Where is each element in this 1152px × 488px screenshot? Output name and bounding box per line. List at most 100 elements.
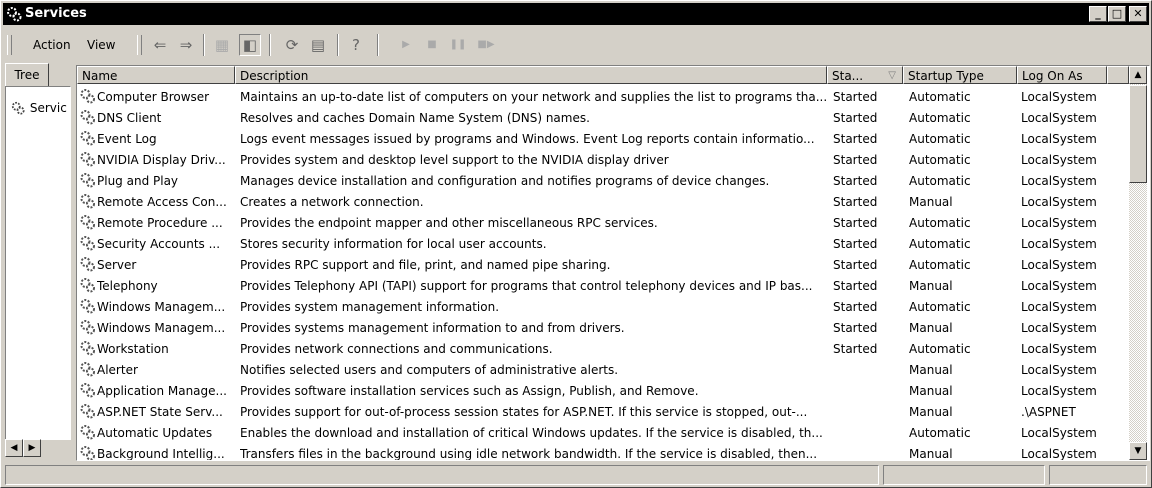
service-gear-icon — [80, 299, 95, 314]
table-row[interactable]: Application Manage... Provides software i… — [77, 381, 1129, 402]
table-row[interactable]: Plug and Play Manages device installation… — [77, 171, 1129, 192]
service-name: Application Manage... — [97, 384, 227, 398]
table-row[interactable]: Telephony Provides Telephony API (TAPI) s… — [77, 276, 1129, 297]
service-name: Background Intellig... — [97, 447, 225, 461]
minimize-button[interactable]: _ — [1089, 6, 1107, 22]
show-hide-tree-icon[interactable]: ◧ — [239, 34, 261, 56]
services-rows: Computer Browser Maintains an up-to-date … — [77, 87, 1129, 461]
view-menu[interactable]: View — [87, 38, 115, 52]
scroll-right-button[interactable]: ▶ — [23, 439, 41, 457]
table-row[interactable]: Workstation Provides network connections … — [77, 339, 1129, 360]
table-row[interactable]: Remote Procedure ... Provides the endpoin… — [77, 213, 1129, 234]
service-gear-icon — [80, 194, 95, 209]
column-header-name[interactable]: Name — [77, 66, 235, 84]
services-window: Services _ □ ✕ Action View ⇐ ⇒ ▦ ◧ ⟳ ▤ ?… — [0, 0, 1152, 488]
service-startup-type: Automatic — [909, 342, 971, 356]
service-log-on-as: LocalSystem — [1021, 174, 1097, 188]
help-icon[interactable]: ? — [345, 34, 367, 56]
service-startup-type: Manual — [909, 279, 953, 293]
table-row[interactable]: Event Log Logs event messages issued by p… — [77, 129, 1129, 150]
tree-horizontal-scrollbar[interactable]: ◀ ▶ — [5, 439, 71, 457]
table-row[interactable]: ASP.NET State Serv... Provides support fo… — [77, 402, 1129, 423]
tab-tree[interactable]: Tree — [5, 63, 49, 86]
service-startup-type: Automatic — [909, 426, 971, 440]
scroll-thumb[interactable] — [1129, 85, 1147, 183]
pause-service-icon[interactable]: ❚❚ — [447, 34, 469, 56]
service-startup-type: Manual — [909, 195, 953, 209]
service-startup-type: Manual — [909, 405, 953, 419]
table-row[interactable]: Computer Browser Maintains an up-to-date … — [77, 87, 1129, 108]
export-list-icon[interactable]: ▤ — [307, 34, 329, 56]
service-description: Provides the endpoint mapper and other m… — [240, 216, 658, 230]
toolbar-grip — [137, 35, 142, 55]
service-gear-icon — [80, 320, 95, 335]
service-name: Automatic Updates — [97, 426, 213, 440]
service-startup-type: Automatic — [909, 153, 971, 167]
restart-service-icon[interactable]: ■▶ — [475, 34, 497, 56]
service-startup-type: Automatic — [909, 258, 971, 272]
service-log-on-as: LocalSystem — [1021, 132, 1097, 146]
service-name: Plug and Play — [97, 174, 179, 188]
service-status: Started — [833, 258, 878, 272]
service-gear-icon — [80, 383, 95, 398]
column-header-status[interactable]: Sta... ▽ — [827, 66, 903, 84]
column-header-description[interactable]: Description — [235, 66, 827, 84]
forward-icon[interactable]: ⇒ — [175, 34, 197, 56]
services-gear-icon — [11, 101, 25, 115]
table-row[interactable]: DNS Client Resolves and caches Domain Nam… — [77, 108, 1129, 129]
maximize-button[interactable]: □ — [1108, 6, 1126, 22]
window-title: Services — [25, 6, 87, 21]
service-name: Alerter — [97, 363, 138, 377]
service-name: Windows Managem... — [97, 300, 226, 314]
service-status: Started — [833, 342, 878, 356]
service-name: DNS Client — [97, 111, 162, 125]
title-bar[interactable]: Services _ □ ✕ — [3, 3, 1149, 25]
vertical-scrollbar[interactable]: ▲ ▼ — [1129, 66, 1147, 460]
service-description: Provides system management information. — [240, 300, 500, 314]
service-log-on-as: LocalSystem — [1021, 384, 1097, 398]
service-log-on-as: LocalSystem — [1021, 447, 1097, 461]
column-header-log-on-as[interactable]: Log On As — [1017, 66, 1107, 84]
table-row[interactable]: Alerter Notifies selected users and compu… — [77, 360, 1129, 381]
service-name: Workstation — [97, 342, 169, 356]
service-status: Started — [833, 237, 878, 251]
action-menu[interactable]: Action — [33, 38, 71, 52]
column-header-status-label: Sta... — [832, 69, 864, 83]
up-icon[interactable]: ▦ — [211, 34, 233, 56]
table-row[interactable]: Server Provides RPC support and file, pri… — [77, 255, 1129, 276]
service-description: Maintains an up-to-date list of computer… — [240, 90, 826, 104]
table-row[interactable]: Windows Managem... Provides system manage… — [77, 297, 1129, 318]
refresh-icon[interactable]: ⟳ — [281, 34, 303, 56]
service-gear-icon — [80, 362, 95, 377]
service-name: Remote Access Con... — [97, 195, 227, 209]
table-row[interactable]: Security Accounts ... Stores security inf… — [77, 234, 1129, 255]
service-gear-icon — [80, 173, 95, 188]
column-header-filler — [1107, 66, 1129, 84]
back-icon[interactable]: ⇐ — [149, 34, 171, 56]
table-row[interactable]: Remote Access Con... Creates a network co… — [77, 192, 1129, 213]
scroll-left-button[interactable]: ◀ — [5, 439, 23, 457]
service-status: Started — [833, 195, 878, 209]
service-startup-type: Manual — [909, 447, 953, 461]
services-list: Name Description Sta... ▽ Startup Type L… — [76, 65, 1150, 461]
toolbar-separator — [203, 34, 205, 56]
start-service-icon[interactable]: ▶ — [395, 34, 417, 56]
service-log-on-as: LocalSystem — [1021, 300, 1097, 314]
service-name: ASP.NET State Serv... — [97, 405, 223, 419]
scroll-up-button[interactable]: ▲ — [1129, 66, 1147, 84]
close-button[interactable]: ✕ — [1129, 6, 1147, 22]
service-description: Provides RPC support and file, print, an… — [240, 258, 611, 272]
stop-service-icon[interactable]: ■ — [421, 34, 443, 56]
service-gear-icon — [80, 236, 95, 251]
scroll-down-button[interactable]: ▼ — [1129, 442, 1147, 460]
service-name: Computer Browser — [97, 90, 210, 104]
table-row[interactable]: Windows Managem... Provides systems manag… — [77, 318, 1129, 339]
table-row[interactable]: NVIDIA Display Driv... Provides system an… — [77, 150, 1129, 171]
tree-node-services[interactable]: Servic — [10, 101, 67, 115]
service-name: NVIDIA Display Driv... — [97, 153, 226, 167]
service-status: Started — [833, 174, 878, 188]
table-row[interactable]: Background Intellig... Transfers files in… — [77, 444, 1129, 461]
service-description: Provides systems management information … — [240, 321, 625, 335]
table-row[interactable]: Automatic Updates Enables the download an… — [77, 423, 1129, 444]
column-header-startup-type[interactable]: Startup Type — [903, 66, 1017, 84]
